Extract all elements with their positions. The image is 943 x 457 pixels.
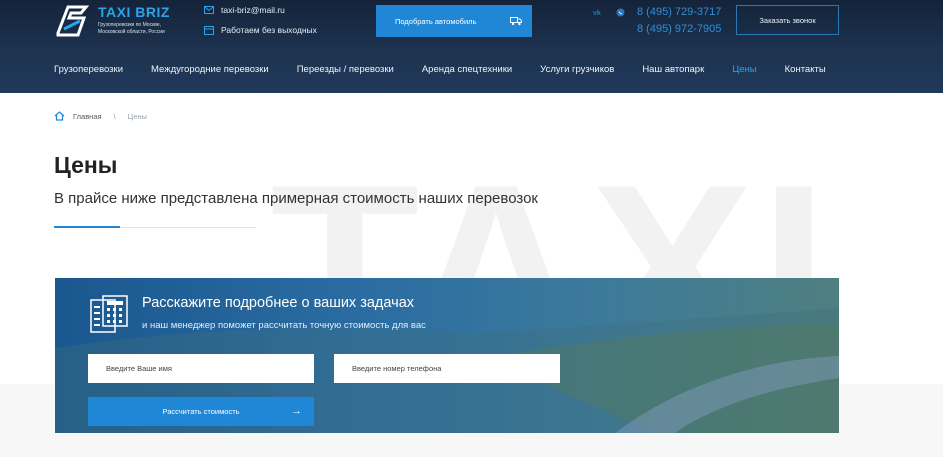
nav-item-intercity[interactable]: Междугородние перевозки (151, 64, 269, 75)
calculate-price-button[interactable]: Рассчитать стоимость → (88, 397, 314, 426)
breadcrumb-current: Цены (127, 111, 147, 121)
breadcrumb-separator: \ (113, 111, 116, 121)
nav-item-equipment-rental[interactable]: Аренда спецтехники (422, 64, 512, 75)
pick-car-button[interactable]: Подобрать автомобиль (376, 5, 532, 37)
callback-button[interactable]: Заказать звонок (736, 5, 839, 35)
site-header: TAXI BRIZ Грузоперевозки по Москве, Моск… (0, 0, 943, 93)
phone-input[interactable] (334, 354, 560, 383)
mail-icon (204, 6, 214, 14)
svg-text:vk: vk (593, 10, 601, 17)
nav-item-cargo[interactable]: Грузоперевозки (54, 64, 123, 75)
form-subtitle: и наш менеджер поможет рассчитать точную… (142, 320, 426, 331)
truck-icon (510, 17, 522, 26)
phone-number-2[interactable]: 8 (495) 972-7905 (637, 23, 721, 35)
nav-item-fleet[interactable]: Наш автопарк (642, 64, 704, 75)
arrow-right-icon: → (291, 405, 302, 417)
title-divider (54, 226, 256, 228)
form-title: Расскажите подробнее о ваших задачах (142, 295, 415, 311)
price-request-form: Расскажите подробнее о ваших задачах и н… (55, 278, 839, 433)
vk-icon[interactable]: vk (593, 8, 602, 17)
pick-car-label: Подобрать автомобиль (395, 16, 477, 26)
phone-number-1[interactable]: 8 (495) 729-3717 (637, 6, 721, 18)
logo-icon[interactable] (54, 3, 90, 39)
email-text[interactable]: taxi-briz@mail.ru (221, 5, 285, 15)
nav-item-prices[interactable]: Цены (732, 64, 756, 75)
page-subtitle: В прайсе ниже представлена примерная сто… (54, 190, 538, 207)
name-input[interactable] (88, 354, 314, 383)
nav-item-contacts[interactable]: Контакты (785, 64, 826, 75)
schedule-text: Работаем без выходных (221, 25, 317, 35)
calculator-icon (90, 295, 128, 333)
breadcrumb: Главная \ Цены (54, 111, 147, 121)
schedule-info: Работаем без выходных (204, 25, 317, 35)
nav-item-movers[interactable]: Услуги грузчиков (540, 64, 614, 75)
callback-label: Заказать звонок (759, 15, 816, 25)
brand-tagline: Грузоперевозки по Москве, Московской обл… (98, 22, 165, 35)
page-title: Цены (54, 152, 118, 178)
email-contact[interactable]: taxi-briz@mail.ru (204, 5, 285, 15)
calculate-price-label: Рассчитать стоимость (162, 407, 240, 416)
home-icon[interactable] (54, 111, 65, 121)
brand-name[interactable]: TAXI BRIZ (98, 4, 170, 20)
whatsapp-icon[interactable] (616, 8, 625, 17)
main-nav: Грузоперевозки Междугородние перевозки П… (54, 64, 854, 75)
nav-item-moving[interactable]: Переезды / перевозки (297, 64, 394, 75)
breadcrumb-home[interactable]: Главная (73, 112, 102, 121)
calendar-icon (204, 26, 214, 35)
